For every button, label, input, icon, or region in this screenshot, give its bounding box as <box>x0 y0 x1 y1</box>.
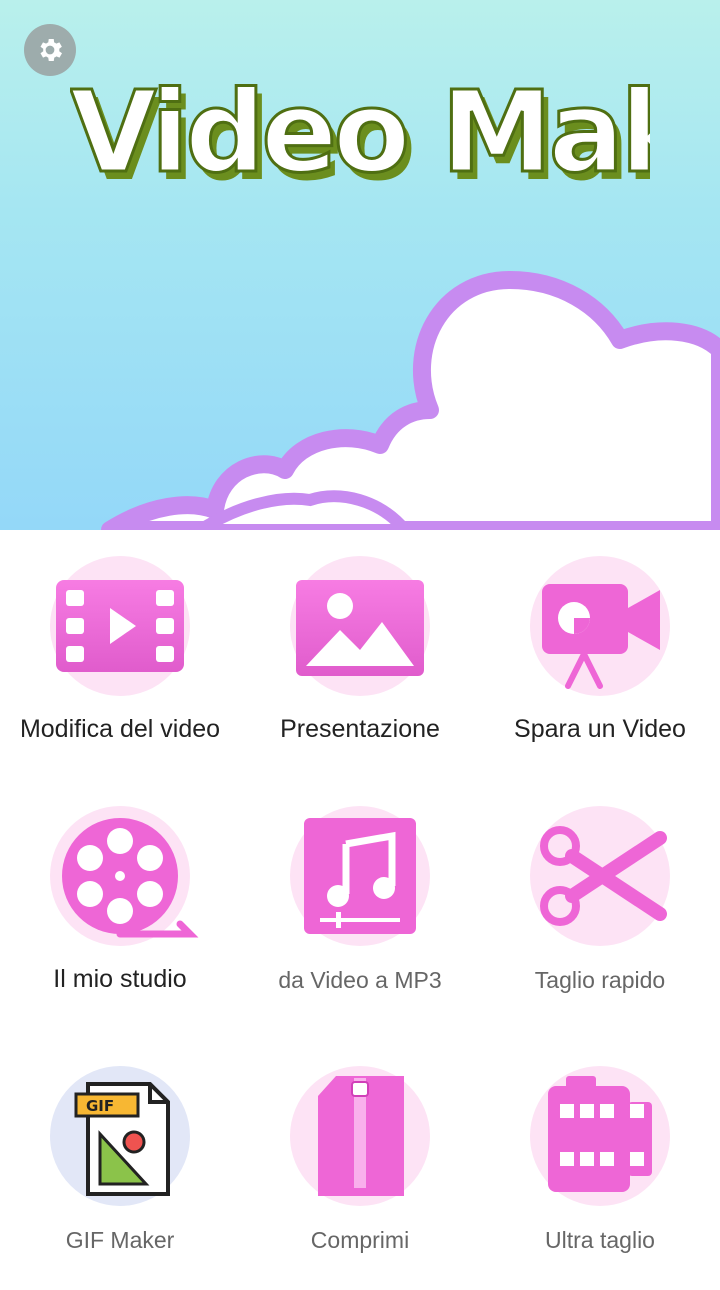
menu-item-shoot-video[interactable]: Spara un Video <box>480 530 720 780</box>
gif-file-icon: GIF <box>74 1082 170 1196</box>
menu-item-label: Presentazione <box>280 715 440 743</box>
menu-item-label: Comprimi <box>310 1227 410 1253</box>
menu-item-label: Spara un Video <box>514 715 686 743</box>
menu-item-compress[interactable]: Comprimi <box>240 1040 480 1290</box>
hero-banner: Video Maker Video Maker <box>0 0 720 530</box>
feature-grid: Modifica del video Presentazione Spara u… <box>0 530 720 1280</box>
menu-item-label: Ultra taglio <box>545 1227 655 1253</box>
svg-text:GIF: GIF <box>86 1097 114 1115</box>
menu-item-label: Il mio studio <box>53 965 187 993</box>
menu-item-label: da Video a MP3 <box>278 967 442 993</box>
menu-item-edit-video[interactable]: Modifica del video <box>0 530 240 780</box>
menu-item-ultra-cut[interactable]: Ultra taglio <box>480 1040 720 1290</box>
menu-item-label: Modifica del video <box>19 715 221 743</box>
menu-item-video-to-mp3[interactable]: da Video a MP3 <box>240 780 480 1030</box>
film-strip-icon <box>548 1076 652 1192</box>
scissors-icon <box>540 826 667 926</box>
image-landscape-icon <box>296 580 424 676</box>
svg-text:Video Maker: Video Maker <box>70 68 650 198</box>
menu-item-slideshow[interactable]: Presentazione <box>240 530 480 780</box>
zip-file-icon <box>318 1076 404 1196</box>
film-reel-icon <box>62 818 199 938</box>
settings-button[interactable] <box>24 24 76 76</box>
menu-item-gif-maker[interactable]: GIF GIF Maker <box>0 1040 240 1290</box>
menu-item-label: GIF Maker <box>65 1227 175 1253</box>
menu-item-quick-cut[interactable]: Taglio rapido <box>480 780 720 1030</box>
film-play-icon <box>56 580 184 672</box>
video-camera-icon <box>542 584 660 689</box>
app-title: Video Maker Video Maker <box>70 67 650 206</box>
music-note-icon <box>304 818 416 934</box>
gear-icon <box>40 39 62 61</box>
menu-item-label: Taglio rapido <box>534 967 666 993</box>
menu-item-my-studio[interactable]: Il mio studio <box>0 780 240 1030</box>
